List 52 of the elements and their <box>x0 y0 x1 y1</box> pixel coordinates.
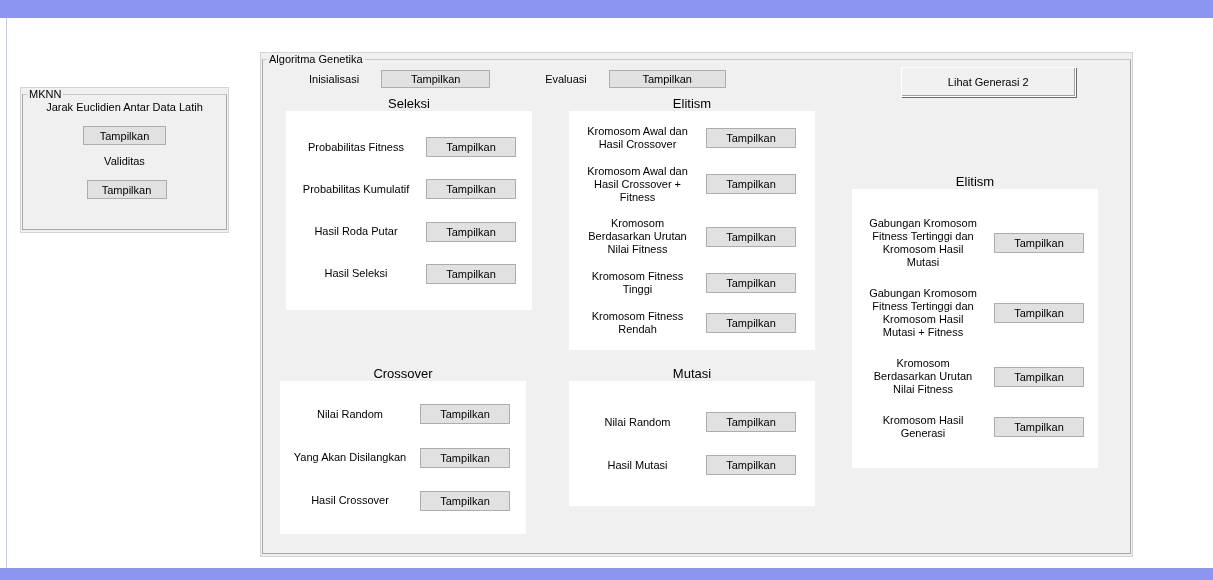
field-label: Kromosom Berdasarkan Urutan Nilai Fitness <box>872 357 974 396</box>
show-button[interactable]: Tampilkan <box>706 227 796 247</box>
show-button[interactable]: Tampilkan <box>994 303 1084 323</box>
show-button[interactable]: Tampilkan <box>994 417 1084 437</box>
field-label: Inisialisasi <box>309 73 360 85</box>
field-label: Hasil Roda Putar <box>314 225 398 239</box>
show-button[interactable]: Tampilkan <box>706 313 796 334</box>
show-button[interactable]: Tampilkan <box>706 273 796 294</box>
field-label: Validitas <box>104 155 145 167</box>
show-button[interactable]: Tampilkan <box>420 404 510 425</box>
field-label: Gabungan Kromosom Fitness Tertinggi dan Kromosom Hasil Mutasi <box>868 217 978 269</box>
show-button[interactable]: Tampilkan <box>426 179 516 200</box>
show-button[interactable]: Tampilkan <box>420 490 510 511</box>
show-button[interactable]: Tampilkan <box>994 233 1084 253</box>
field-label: Nilai Random <box>317 407 383 421</box>
show-button[interactable]: Tampilkan <box>86 180 167 199</box>
panel-title: MKNN <box>28 88 63 101</box>
field-label: Probabilitas Fitness <box>308 140 404 154</box>
section-title: Elitism <box>954 175 996 189</box>
field-label: Kromosom Awal dan Hasil Crossover + Fitness <box>586 164 689 204</box>
show-button[interactable]: Tampilkan <box>420 447 510 468</box>
show-button[interactable]: Tampilkan <box>426 263 516 284</box>
field-label: Kromosom Fitness Tinggi <box>590 270 685 297</box>
field-label: Jarak Euclidien Antar Data Latih <box>46 101 203 113</box>
field-label: Hasil Seleksi <box>324 267 388 281</box>
field-label: Nilai Random <box>604 415 671 429</box>
panel-title: Algoritma Genetika <box>268 53 364 66</box>
show-button[interactable]: Tampilkan <box>706 455 796 475</box>
show-button[interactable]: Tampilkan <box>426 221 516 242</box>
show-button[interactable]: Tampilkan <box>426 137 516 158</box>
show-button[interactable]: Tampilkan <box>994 366 1084 387</box>
field-label: Gabungan Kromosom Fitness Tertinggi dan Kromosom Hasil Mutasi + Fitness <box>868 287 978 339</box>
field-label: Kromosom Fitness Rendah <box>590 310 685 337</box>
show-button[interactable]: Tampilkan <box>608 70 726 88</box>
section-title: Crossover <box>372 367 434 381</box>
field-label: Evaluasi <box>545 73 587 85</box>
generation-button[interactable]: Lihat Generasi 2 <box>900 67 1076 97</box>
section-title: Elitism <box>671 97 713 111</box>
field-label: Hasil Mutasi <box>607 458 668 472</box>
field-label: Kromosom Awal dan Hasil Crossover <box>586 124 689 151</box>
section-title: Mutasi <box>671 367 713 381</box>
show-button[interactable]: Tampilkan <box>706 127 796 148</box>
show-button[interactable]: Tampilkan <box>706 174 796 195</box>
field-label: Kromosom Berdasarkan Urutan Nilai Fitness <box>587 217 688 257</box>
field-label: Kromosom Hasil Generasi <box>881 414 965 440</box>
show-button[interactable]: Tampilkan <box>381 70 491 88</box>
section-title: Seleksi <box>387 97 431 111</box>
field-label: Yang Akan Disilangkan <box>293 451 407 464</box>
field-label: Hasil Crossover <box>311 494 389 508</box>
show-button[interactable]: Tampilkan <box>706 412 796 432</box>
field-label: Probabilitas Kumulatif <box>302 182 410 196</box>
show-button[interactable]: Tampilkan <box>83 126 166 145</box>
